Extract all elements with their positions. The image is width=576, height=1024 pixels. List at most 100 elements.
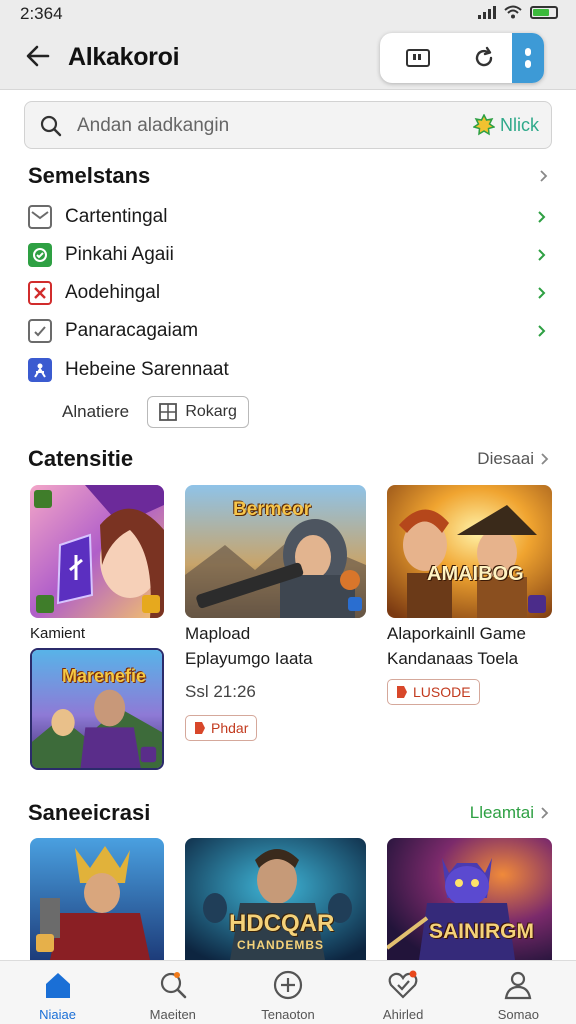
see-all-catensitie[interactable]: Diesaai <box>477 449 550 469</box>
nav-label: Niaiae <box>39 1007 77 1022</box>
chevron-right-icon <box>538 211 546 223</box>
game-tile-amaibog[interactable]: AMAIBOG <box>387 485 552 618</box>
price-badge[interactable]: LUSODE <box>387 679 480 705</box>
game-tile-sainirgm[interactable]: SAINIRGM <box>387 838 552 960</box>
menu-item-panaracagaiam[interactable]: Panaracagaiam <box>28 313 552 349</box>
more-button[interactable] <box>512 33 544 83</box>
tabs-icon <box>406 49 430 67</box>
game-art-title: AMAIBOG <box>427 563 524 585</box>
game-art-title: HDCQAR <box>229 910 335 937</box>
chevron-right-icon[interactable] <box>538 170 550 182</box>
game-art-subtitle: CHANDEMBS <box>237 938 324 952</box>
tile-line2: Kandanaas Toela <box>387 649 519 668</box>
search-action-label: Nlick <box>500 114 539 135</box>
wifi-icon <box>504 5 522 19</box>
game-art-title: Marenefie <box>62 666 147 686</box>
reload-button[interactable] <box>456 33 512 83</box>
game-tile-kamient[interactable] <box>30 485 164 618</box>
nav-label: Ahirled <box>382 1007 424 1022</box>
chevron-right-icon <box>538 249 546 261</box>
check-box-icon <box>28 319 52 343</box>
tile-line1: Mapload <box>185 624 251 643</box>
section-title-catensitie: Catensitie <box>28 446 134 471</box>
game-tile-warrior[interactable] <box>30 838 164 960</box>
game-art-image <box>30 838 164 960</box>
grid-icon <box>159 403 178 421</box>
menu-item-label: Pinkahi Agaii <box>65 244 174 265</box>
status-time: 2:364 <box>20 4 63 23</box>
app-bar: Alkakoroi <box>0 26 576 90</box>
home-icon <box>45 973 70 998</box>
tile-time: Ssl 21:26 <box>185 682 256 701</box>
browser-toolbar <box>380 33 544 83</box>
section-title-saneeicrasi: Saneeicrasi <box>28 800 151 825</box>
menu-item-hebeine-sarennaat[interactable]: Hebeine Sarennaat <box>28 352 552 388</box>
search-action-button[interactable]: Nlick <box>473 114 539 136</box>
page-title: Alkakoroi <box>68 43 180 71</box>
game-tile-bermeor[interactable]: Bermeor <box>185 485 366 618</box>
game-art-image <box>387 485 552 618</box>
menu-item-pinkahi-agaii[interactable]: Pinkahi Agaii <box>28 237 552 273</box>
person-icon <box>28 358 52 382</box>
game-art-image <box>30 485 164 618</box>
status-icons <box>478 5 558 19</box>
mail-icon <box>28 205 52 229</box>
menu-item-cartentingal[interactable]: Cartentingal <box>28 199 552 235</box>
tag-icon <box>195 722 205 734</box>
game-tile-hdcqar[interactable]: HDCQAR CHANDEMBS <box>185 838 366 960</box>
signal-icon <box>478 5 496 19</box>
rokarg-button[interactable]: Rokarg <box>147 396 250 428</box>
menu-item-label: Cartentingal <box>65 206 168 227</box>
menu-item-label: Hebeine Sarennaat <box>65 359 229 380</box>
menu-item-label: Aodehingal <box>65 282 161 303</box>
chevron-right-icon <box>538 287 546 299</box>
nav-tenaoton[interactable]: Tenaoton <box>230 961 345 1024</box>
profile-icon <box>505 971 532 1000</box>
see-all-label: Lleamtai <box>469 803 534 822</box>
reload-icon <box>475 46 493 67</box>
see-all-saneeicrasi[interactable]: Lleamtai <box>470 803 550 823</box>
badge-label: LUSODE <box>413 684 471 700</box>
chevron-right-icon <box>541 807 549 819</box>
tag-icon <box>397 686 407 698</box>
search-input[interactable] <box>77 112 417 140</box>
alt-row: Alnatiere Rokarg <box>62 396 250 428</box>
bottom-nav: Niaiae Maeiten Tenaoton Ahirled Somao <box>0 960 576 1024</box>
heart-check-icon <box>388 970 418 999</box>
see-all-label: Diesaai <box>477 449 534 468</box>
alt-label: Alnatiere <box>62 402 130 421</box>
tile-caption: Kamient <box>30 625 86 642</box>
badge-label: Phdar <box>211 720 249 736</box>
nav-ahirled[interactable]: Ahirled <box>346 961 461 1024</box>
chevron-right-icon <box>538 325 546 337</box>
nav-maeiten[interactable]: Maeiten <box>115 961 230 1024</box>
tile-line2: Eplayumgo Iaata <box>185 649 313 668</box>
nav-label: Somao <box>497 1007 539 1022</box>
search-icon <box>40 115 62 137</box>
tile-line1: Alaporkainll Game <box>387 624 526 643</box>
battery-icon <box>530 5 558 19</box>
nav-label: Maeiten <box>149 1007 196 1022</box>
menu-item-aodehingal[interactable]: Aodehingal <box>28 275 552 311</box>
leaf-badge-icon <box>473 114 495 136</box>
game-tile-marenefie[interactable]: Marenefie <box>30 648 164 770</box>
game-art-title: SAINIRGM <box>429 920 534 943</box>
nav-label: Tenaoton <box>261 1007 315 1022</box>
search-bar: Nlick <box>24 101 552 149</box>
back-arrow-icon[interactable] <box>22 40 54 72</box>
rokarg-label: Rokarg <box>185 403 237 420</box>
nav-home[interactable]: Niaiae <box>0 961 115 1024</box>
price-badge[interactable]: Phdar <box>185 715 258 741</box>
section-title-semelstans: Semelstans <box>28 163 151 188</box>
menu-item-label: Panaracagaiam <box>65 320 199 341</box>
more-vert-icon <box>525 48 531 68</box>
tabs-button[interactable] <box>380 33 456 83</box>
x-box-icon <box>28 281 52 305</box>
chevron-right-icon <box>541 453 549 465</box>
status-bar: 2:364 <box>0 0 576 26</box>
add-circle-icon <box>273 970 303 1000</box>
nav-somao[interactable]: Somao <box>461 961 576 1024</box>
search-person-icon <box>160 972 187 999</box>
shield-check-icon <box>28 243 52 267</box>
game-art-title: Bermeor <box>233 499 312 520</box>
